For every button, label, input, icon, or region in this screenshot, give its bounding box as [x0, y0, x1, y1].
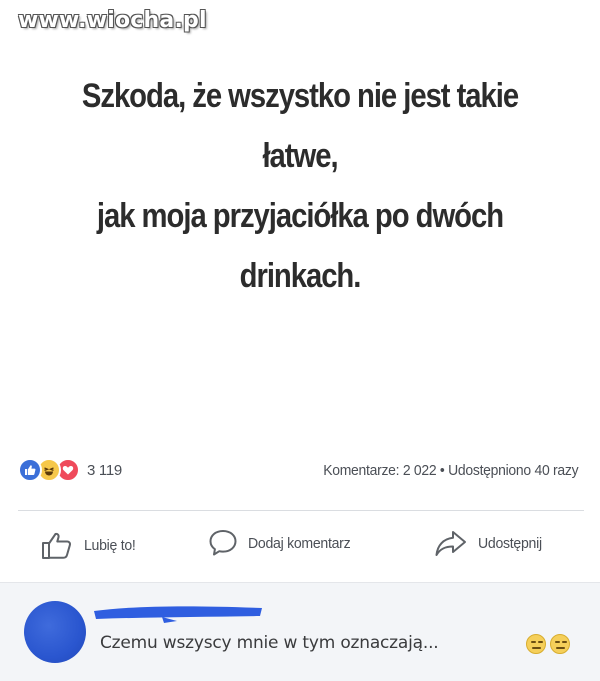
share-label: Udostępnij	[478, 534, 542, 552]
share-button[interactable]: Udostępnij	[434, 528, 546, 558]
comment-label: Dodaj komentarz	[248, 534, 351, 552]
like-icon	[18, 458, 42, 482]
post-text: Szkoda, że wszystko nie jest takie łatwe…	[68, 66, 532, 306]
post-actions: Lubię to! Dodaj komentarz Udostępnij	[0, 528, 600, 568]
like-button[interactable]: Lubię to!	[40, 528, 139, 562]
avatar[interactable]	[24, 601, 86, 663]
post-stats: 3 119 Komentarze: 2 022 • Udostępniono 4…	[18, 458, 584, 486]
comment-item: Czemu wszyscy mnie w tym oznaczają...	[0, 583, 600, 681]
comment-icon	[209, 530, 237, 556]
like-label: Lubię to!	[84, 536, 136, 554]
divider	[18, 510, 584, 511]
post-line: Szkoda, że wszystko nie jest takie	[81, 77, 519, 115]
smile-icon	[550, 634, 570, 654]
post-line: łatwe,	[262, 137, 338, 175]
comment-text: Czemu wszyscy mnie w tym oznaczają...	[100, 633, 439, 653]
thumbs-up-icon	[42, 532, 71, 559]
post-line: jak moja przyjaciółka po dwóch	[96, 197, 504, 235]
reactions-summary[interactable]: 3 119	[18, 458, 122, 482]
reaction-count: 3 119	[87, 461, 122, 479]
watermark: www.wiocha.pl	[18, 8, 207, 33]
post-line: drinkach.	[239, 257, 362, 295]
comments-shares-count[interactable]: Komentarze: 2 022 • Udostępniono 40 razy	[323, 462, 578, 479]
comment-button[interactable]: Dodaj komentarz	[208, 528, 357, 558]
commenter-name-redacted	[94, 606, 262, 623]
smile-icon	[526, 634, 546, 654]
share-arrow-icon	[435, 531, 466, 556]
